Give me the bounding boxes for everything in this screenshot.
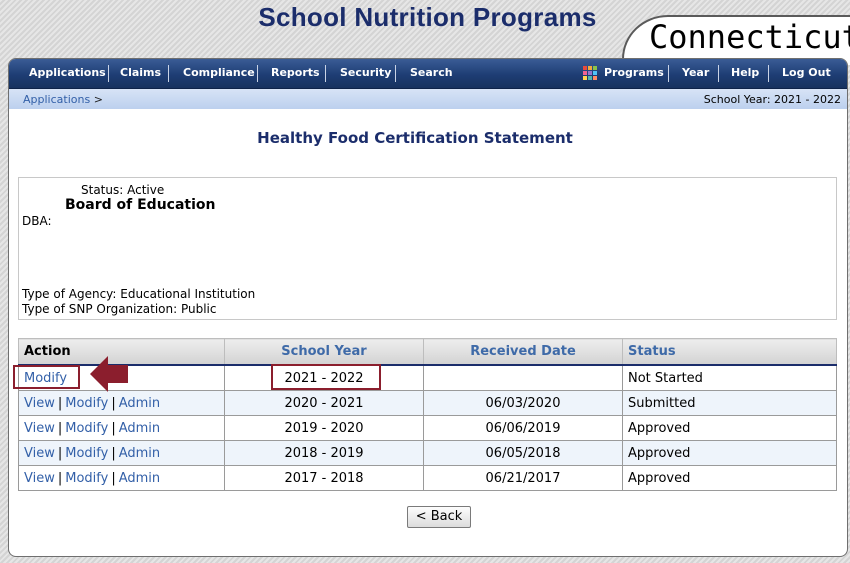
programs-grid-icon[interactable] — [583, 66, 600, 82]
action-separator: | — [57, 420, 63, 436]
highlight-box-modify — [13, 365, 80, 389]
row-status: Approved — [622, 465, 837, 491]
row-received-date: 06/06/2019 — [423, 415, 623, 441]
table-row: View | Modify | Admin 2019 - 2020 06/06/2019… — [18, 415, 837, 441]
table-row: View | Modify | Admin 2020 - 2021 06/03/2020… — [18, 390, 837, 416]
row-actions: View | Modify | Admin — [18, 440, 225, 466]
modify-link[interactable]: Modify — [65, 421, 108, 436]
nav-search[interactable]: Search — [410, 66, 453, 79]
action-separator: | — [111, 420, 116, 436]
pointer-arrow-icon — [90, 356, 128, 392]
action-separator: | — [57, 395, 63, 411]
row-school-year: 2020 - 2021 — [224, 390, 424, 416]
org-agency-type: Type of Agency: Educational Institution — [22, 287, 256, 301]
state-name: Connecticut — [649, 18, 850, 56]
org-snp-type: Type of SNP Organization: Public — [22, 302, 217, 316]
highlight-box-school-year — [271, 364, 381, 390]
main-frame: Applications Claims Compliance Reports S… — [8, 58, 848, 557]
top-nav: Applications Claims Compliance Reports S… — [9, 59, 847, 89]
modify-link[interactable]: Modify — [65, 471, 108, 486]
admin-link[interactable]: Admin — [119, 396, 160, 411]
table-header-row: Action School Year Received Date Status — [18, 338, 837, 366]
row-status: Submitted — [622, 390, 837, 416]
admin-link[interactable]: Admin — [119, 446, 160, 461]
admin-link[interactable]: Admin — [119, 421, 160, 436]
row-school-year: 2017 - 2018 — [224, 465, 424, 491]
action-separator: | — [111, 395, 116, 411]
action-separator: | — [57, 445, 63, 461]
school-year-indicator: School Year: 2021 - 2022 — [703, 93, 841, 106]
nav-separator — [257, 65, 258, 82]
row-received-date: 06/21/2017 — [423, 465, 623, 491]
table-row: Modify 2021 - 2022 Not Started — [18, 364, 837, 391]
view-link[interactable]: View — [24, 396, 55, 411]
nav-separator — [768, 65, 769, 82]
modify-link[interactable]: Modify — [65, 396, 108, 411]
row-received-date — [423, 364, 623, 391]
org-status: Status: Active — [81, 183, 165, 197]
action-separator: | — [111, 445, 116, 461]
row-actions: View | Modify | Admin — [18, 465, 225, 491]
nav-separator — [395, 65, 396, 82]
nav-year[interactable]: Year — [682, 66, 709, 79]
org-name: Board of Education — [65, 197, 216, 213]
row-status: Not Started — [622, 364, 837, 391]
nav-log-out[interactable]: Log Out — [782, 66, 831, 79]
action-separator: | — [57, 470, 63, 486]
row-actions: View | Modify | Admin — [18, 415, 225, 441]
nav-applications[interactable]: Applications — [29, 66, 106, 79]
row-received-date: 06/05/2018 — [423, 440, 623, 466]
breadcrumb-bar: Applications > School Year: 2021 - 2022 — [9, 89, 847, 109]
nav-separator — [108, 65, 109, 82]
row-received-date: 06/03/2020 — [423, 390, 623, 416]
column-header-status[interactable]: Status — [622, 338, 837, 366]
admin-link[interactable]: Admin — [119, 471, 160, 486]
breadcrumb: Applications > — [23, 93, 103, 106]
nav-security[interactable]: Security — [340, 66, 391, 79]
modify-link[interactable]: Modify — [65, 446, 108, 461]
nav-separator — [718, 65, 719, 82]
nav-claims[interactable]: Claims — [120, 66, 161, 79]
nav-help[interactable]: Help — [731, 66, 759, 79]
page-title: Healthy Food Certification Statement — [257, 129, 573, 147]
row-status: Approved — [622, 415, 837, 441]
row-school-year: 2019 - 2020 — [224, 415, 424, 441]
view-link[interactable]: View — [24, 421, 55, 436]
nav-separator — [668, 65, 669, 82]
action-separator: | — [111, 470, 116, 486]
column-header-received-date[interactable]: Received Date — [423, 338, 623, 366]
view-link[interactable]: View — [24, 446, 55, 461]
nav-separator — [325, 65, 326, 82]
nav-separator — [168, 65, 169, 82]
nav-programs[interactable]: Programs — [604, 66, 664, 79]
nav-reports[interactable]: Reports — [271, 66, 320, 79]
org-dba: DBA: — [22, 214, 52, 228]
table-row: View | Modify | Admin 2017 - 2018 06/21/2017… — [18, 465, 837, 491]
row-school-year: 2018 - 2019 — [224, 440, 424, 466]
nav-compliance[interactable]: Compliance — [183, 66, 255, 79]
table-row: View | Modify | Admin 2018 - 2019 06/05/2018… — [18, 440, 837, 466]
certification-table: Action School Year Received Date Status … — [18, 338, 837, 491]
row-status: Approved — [622, 440, 837, 466]
column-header-school-year[interactable]: School Year — [224, 338, 424, 366]
breadcrumb-separator: > — [93, 93, 103, 106]
view-link[interactable]: View — [24, 471, 55, 486]
organization-info-box: Status: Active Board of Education DBA: T… — [18, 177, 837, 320]
breadcrumb-applications-link[interactable]: Applications — [23, 93, 90, 106]
back-button[interactable]: < Back — [407, 506, 471, 528]
